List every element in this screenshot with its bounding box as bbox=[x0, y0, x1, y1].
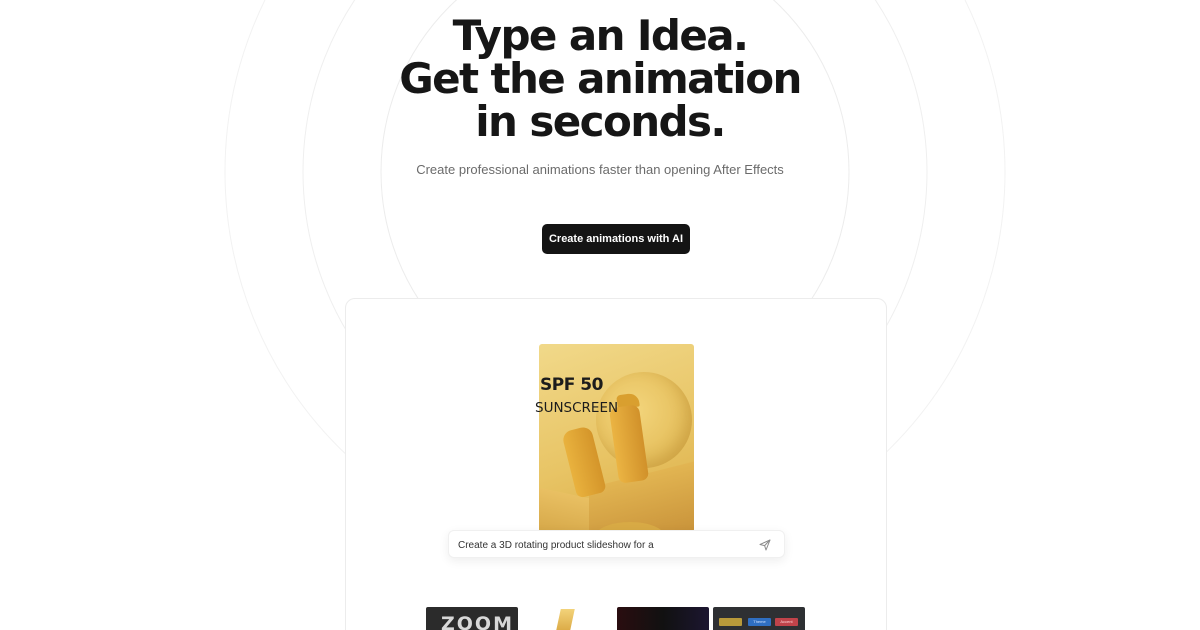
hero-title-line-1: Type an Idea. bbox=[452, 11, 749, 60]
thumbnail-chips[interactable]: Theme Accent bbox=[713, 607, 805, 630]
product-subheadline: SUNSCREEN bbox=[535, 400, 619, 416]
hero-title: Type an Idea. Get the animation in secon… bbox=[0, 14, 1200, 143]
create-animations-button[interactable]: Create animations with AI bbox=[542, 224, 690, 254]
prompt-bar bbox=[448, 530, 785, 558]
hero-title-line-2: Get the animation bbox=[399, 54, 802, 103]
thumbnail-zoom[interactable]: ZOOM bbox=[426, 607, 518, 630]
example-thumbnails: ZOOM Theme Accent bbox=[426, 607, 806, 630]
hero-title-line-3: in seconds. bbox=[475, 97, 726, 146]
hero-subtitle: Create professional animations faster th… bbox=[416, 162, 784, 177]
send-icon[interactable] bbox=[759, 539, 771, 551]
thumbnail-chip: Accent bbox=[775, 618, 798, 626]
thumbnail-chip bbox=[719, 618, 742, 626]
product-preview-image bbox=[539, 344, 694, 532]
thumbnail-product-shape bbox=[555, 609, 575, 630]
prompt-input[interactable] bbox=[458, 537, 748, 553]
thumbnail-chip: Theme bbox=[748, 618, 771, 626]
product-headline: SPF 50 bbox=[540, 375, 603, 395]
thumbnail-zoom-text: ZOOM bbox=[441, 613, 514, 630]
thumbnail-dark-gradient[interactable] bbox=[617, 607, 709, 630]
thumbnail-product[interactable] bbox=[521, 607, 613, 630]
